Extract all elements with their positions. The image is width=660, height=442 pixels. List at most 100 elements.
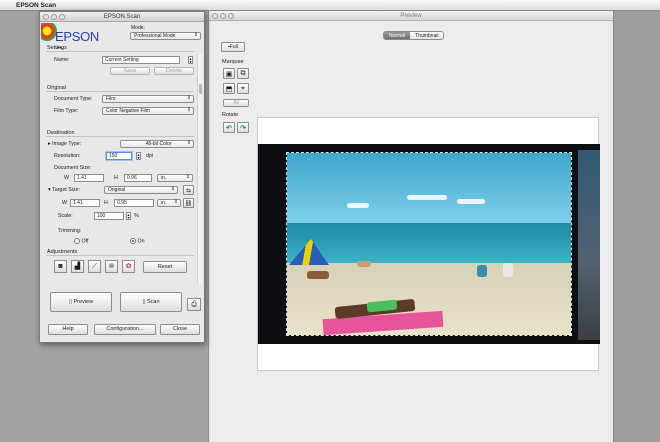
target-height-field[interactable]: 0.95: [114, 199, 154, 207]
mode-label: Mode:: [131, 25, 145, 31]
setting-name-field[interactable]: Current Setting: [102, 56, 180, 64]
marquee-label: Marquee: [222, 59, 244, 65]
divider: [46, 136, 194, 137]
menu-app-name[interactable]: EPSON Scan: [16, 2, 56, 9]
trimming-label: Trimming:: [58, 228, 82, 234]
menu-bar: EPSON Scan: [0, 0, 660, 11]
image-type-select[interactable]: 48-bit Color: [120, 140, 194, 148]
settings-scrollbar[interactable]: [197, 54, 202, 284]
scrollbar-thumb[interactable]: [199, 84, 202, 94]
divider: [46, 91, 194, 92]
doc-height-field[interactable]: 0.96: [124, 174, 152, 182]
disclosure-triangle-right-icon[interactable]: ▸: [48, 141, 51, 147]
resolution-label: Resolution:: [54, 153, 81, 159]
image-type-label-text: Image Type:: [52, 141, 82, 147]
color-palette-icon[interactable]: ✿: [122, 260, 135, 273]
rotate-left-icon[interactable]: ↶: [223, 122, 235, 133]
rotate-right-icon[interactable]: ↷: [237, 122, 249, 133]
lock-aspect-icon[interactable]: ⛓: [183, 198, 194, 208]
scale-unit: %: [134, 213, 139, 219]
full-button-label: Full: [229, 44, 238, 50]
rotate-label: Rotate: [222, 112, 239, 118]
doc-width-label: W: [64, 175, 69, 181]
image-type-label: ▸ Image Type:: [48, 141, 81, 147]
resolution-unit: dpi: [146, 153, 154, 159]
doc-height-label: H: [114, 175, 118, 181]
scan-settings-icon[interactable]: ⎙: [187, 298, 201, 311]
preview-window-title: Preview: [400, 13, 422, 19]
trimming-on-label: On: [137, 238, 145, 245]
film-type-label: Film Type:: [54, 108, 79, 114]
trimming-on-option[interactable]: On: [130, 238, 145, 244]
adjacent-frame: [578, 150, 600, 340]
tab-normal[interactable]: Normal: [384, 32, 411, 39]
target-width-label: W: [62, 200, 67, 206]
document-size-label: Document Size:: [54, 165, 92, 171]
epson-window-title: EPSON Scan: [103, 14, 141, 20]
document-type-select[interactable]: Film: [102, 95, 194, 103]
tone-curve-icon[interactable]: ⟋: [88, 260, 101, 273]
target-size-edit-icon[interactable]: ⇆: [183, 185, 194, 195]
film-strip: [258, 144, 600, 344]
film-type-select[interactable]: Color Negative Film: [102, 107, 194, 115]
epson-scan-window: EPSON Scan EPSON Scan Mode: Professional…: [39, 11, 205, 343]
trimming-off-option[interactable]: Off: [74, 238, 88, 244]
save-setting-button[interactable]: Save: [110, 67, 150, 75]
resolution-field[interactable]: 150: [106, 152, 132, 160]
scale-label: Scale:: [58, 213, 73, 219]
all-button[interactable]: All: [223, 99, 249, 107]
target-size-label: ▾ Target Size:: [48, 187, 80, 193]
doc-size-unit-select[interactable]: in.: [157, 174, 193, 182]
doc-width-field[interactable]: 1.41: [74, 174, 104, 182]
preview-button-label: Preview: [73, 299, 94, 305]
setting-name-stepper[interactable]: ▴ ▾: [188, 56, 193, 64]
delete-setting-button[interactable]: Delete: [154, 67, 194, 75]
resolution-stepper[interactable]: ▴ ▾: [136, 152, 141, 160]
help-button[interactable]: Help: [48, 324, 88, 335]
divider: [46, 51, 194, 52]
tab-thumbnail[interactable]: Thumbnail: [410, 32, 444, 39]
photo-cloud: [347, 203, 369, 208]
image-adjustment-icon[interactable]: ▤: [105, 260, 118, 273]
divider: [46, 255, 194, 256]
histogram-icon[interactable]: ▟: [71, 260, 84, 273]
photo-person: [307, 271, 329, 279]
auto-exposure-icon[interactable]: ◙: [54, 260, 67, 273]
preview-doc-icon: ▯: [68, 299, 72, 305]
scan-icon: ▯: [142, 299, 146, 305]
desktop-background-right: [614, 11, 660, 442]
target-width-field[interactable]: 1.41: [70, 199, 100, 207]
preview-window: Preview Normal Thumbnail ▪Full Marquee ▣…: [208, 11, 614, 442]
auto-locate-icon[interactable]: ⬒: [223, 83, 235, 94]
mode-select[interactable]: Professional Mode: [130, 32, 201, 40]
trimming-on-radio[interactable]: [130, 238, 136, 244]
photo-person: [357, 261, 371, 267]
reset-button[interactable]: Reset: [143, 261, 187, 273]
trimming-off-label: Off: [81, 238, 89, 245]
photo-cloud: [457, 199, 485, 204]
marquee-duplicate-icon[interactable]: ⧉: [237, 68, 249, 79]
target-size-unit-select[interactable]: in.: [157, 199, 181, 207]
target-size-label-text: Target Size:: [52, 187, 81, 193]
target-size-select[interactable]: Original: [104, 186, 178, 194]
trimming-off-radio[interactable]: [74, 238, 80, 244]
preview-image-marquee[interactable]: [286, 152, 572, 336]
photo-sea: [287, 223, 571, 263]
preview-titlebar: Preview: [209, 11, 613, 21]
photo-person: [503, 263, 513, 277]
preview-tabs: Normal Thumbnail: [383, 31, 445, 40]
close-button[interactable]: Close: [160, 324, 200, 335]
scan-button[interactable]: ▯ Scan: [120, 292, 182, 312]
scale-field[interactable]: 100: [94, 212, 124, 220]
disclosure-triangle-down-icon[interactable]: ▾: [48, 187, 51, 193]
name-label: Name:: [54, 57, 70, 63]
configuration-button[interactable]: Configuration...: [94, 324, 156, 335]
preview-canvas[interactable]: [257, 117, 600, 371]
scale-stepper[interactable]: ▴ ▾: [126, 212, 131, 220]
photo-cloud: [407, 195, 447, 200]
marquee-delete-icon[interactable]: ⌖: [237, 83, 249, 94]
preview-button[interactable]: ▯ Preview: [50, 292, 112, 312]
scan-button-label: Scan: [147, 299, 160, 305]
marquee-create-icon[interactable]: ▣: [223, 68, 235, 79]
full-button[interactable]: ▪Full: [221, 42, 245, 52]
